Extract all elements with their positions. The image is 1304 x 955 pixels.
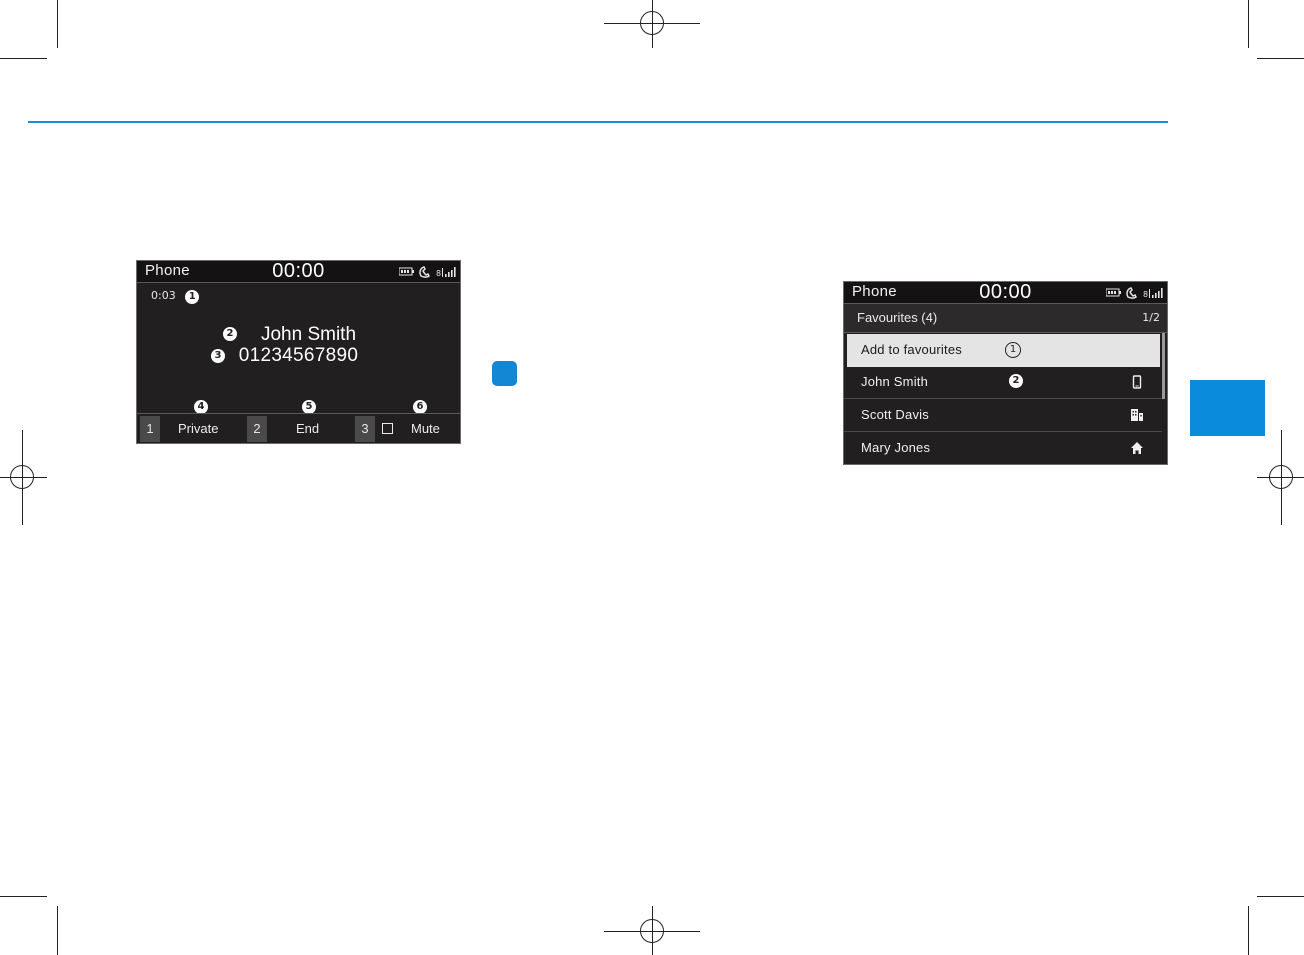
- office-building-icon: [1131, 409, 1143, 421]
- add-to-favourites-item[interactable]: Add to favourites 1: [847, 334, 1160, 367]
- callout-1: 1: [185, 290, 200, 304]
- call-duration: 0:03 1: [151, 289, 200, 304]
- favourites-header: Favourites (4) 1/2: [844, 304, 1167, 333]
- favourites-screen: Phone 00:00 8 Favourites (4) 1/2 Add to …: [843, 281, 1168, 465]
- battery-icon: [1106, 288, 1121, 297]
- bluetooth-phone-icon: [1126, 287, 1137, 299]
- mute-button[interactable]: 3 Mute: [355, 414, 460, 444]
- callout-4: 4: [194, 400, 208, 414]
- end-call-button[interactable]: 2 End: [247, 414, 352, 444]
- list-item-label: Scott Davis: [861, 407, 929, 422]
- mobile-phone-icon: [1132, 375, 1142, 389]
- list-item[interactable]: Scott Davis: [844, 399, 1162, 432]
- status-icons: 8: [399, 266, 456, 278]
- signal-strength-icon: 8: [1143, 288, 1163, 299]
- status-bar: Phone 00:00 8: [137, 260, 460, 283]
- list-item[interactable]: John Smith 2: [844, 366, 1162, 399]
- callout-6: 6: [413, 400, 427, 414]
- callout-5: 5: [302, 400, 316, 414]
- status-bar: Phone 00:00 8: [844, 281, 1167, 304]
- bluetooth-phone-icon: [419, 266, 430, 278]
- svg-text:8: 8: [436, 269, 441, 278]
- list-scrollbar[interactable]: [1162, 333, 1165, 399]
- list-item-label: Mary Jones: [861, 440, 931, 455]
- caller-number: 01234567890: [137, 345, 460, 367]
- home-icon: [1131, 442, 1143, 454]
- status-icons: 8: [1106, 287, 1163, 299]
- caller-name: John Smith: [137, 324, 460, 346]
- softkey-number: 3: [355, 416, 375, 442]
- softkey-label: End: [296, 421, 320, 436]
- softkey-number: 1: [140, 416, 160, 442]
- softkey-label: Private: [178, 421, 219, 436]
- note-marker: [492, 361, 517, 386]
- page-indicator: 1/2: [1142, 311, 1160, 324]
- favourites-title: Favourites (4): [857, 310, 938, 325]
- softkey-label: Mute: [411, 421, 440, 436]
- callout-1: 1: [1005, 342, 1021, 358]
- caller-name-text: John Smith: [260, 324, 357, 345]
- private-button[interactable]: 1 Private: [140, 414, 243, 444]
- callout-2: 2: [1009, 374, 1023, 388]
- call-screen: Phone 00:00 8 0:03 1 2 John Smith 3 0123…: [136, 260, 461, 444]
- caller-number-text: 01234567890: [238, 345, 359, 366]
- svg-text:8: 8: [1143, 290, 1148, 299]
- chapter-tab: [1190, 380, 1265, 436]
- softkey-number: 2: [247, 416, 267, 442]
- list-item-label: John Smith: [861, 374, 929, 389]
- softkey-bar: 1 Private 2 End 3 Mute: [137, 413, 460, 444]
- mute-checkbox[interactable]: [382, 423, 393, 434]
- call-duration-text: 0:03: [151, 289, 176, 302]
- list-item[interactable]: Mary Jones: [844, 432, 1162, 465]
- signal-strength-icon: 8: [436, 267, 456, 278]
- header-rule: [28, 121, 1168, 123]
- battery-icon: [399, 267, 414, 276]
- list-item-label: Add to favourites: [861, 342, 962, 357]
